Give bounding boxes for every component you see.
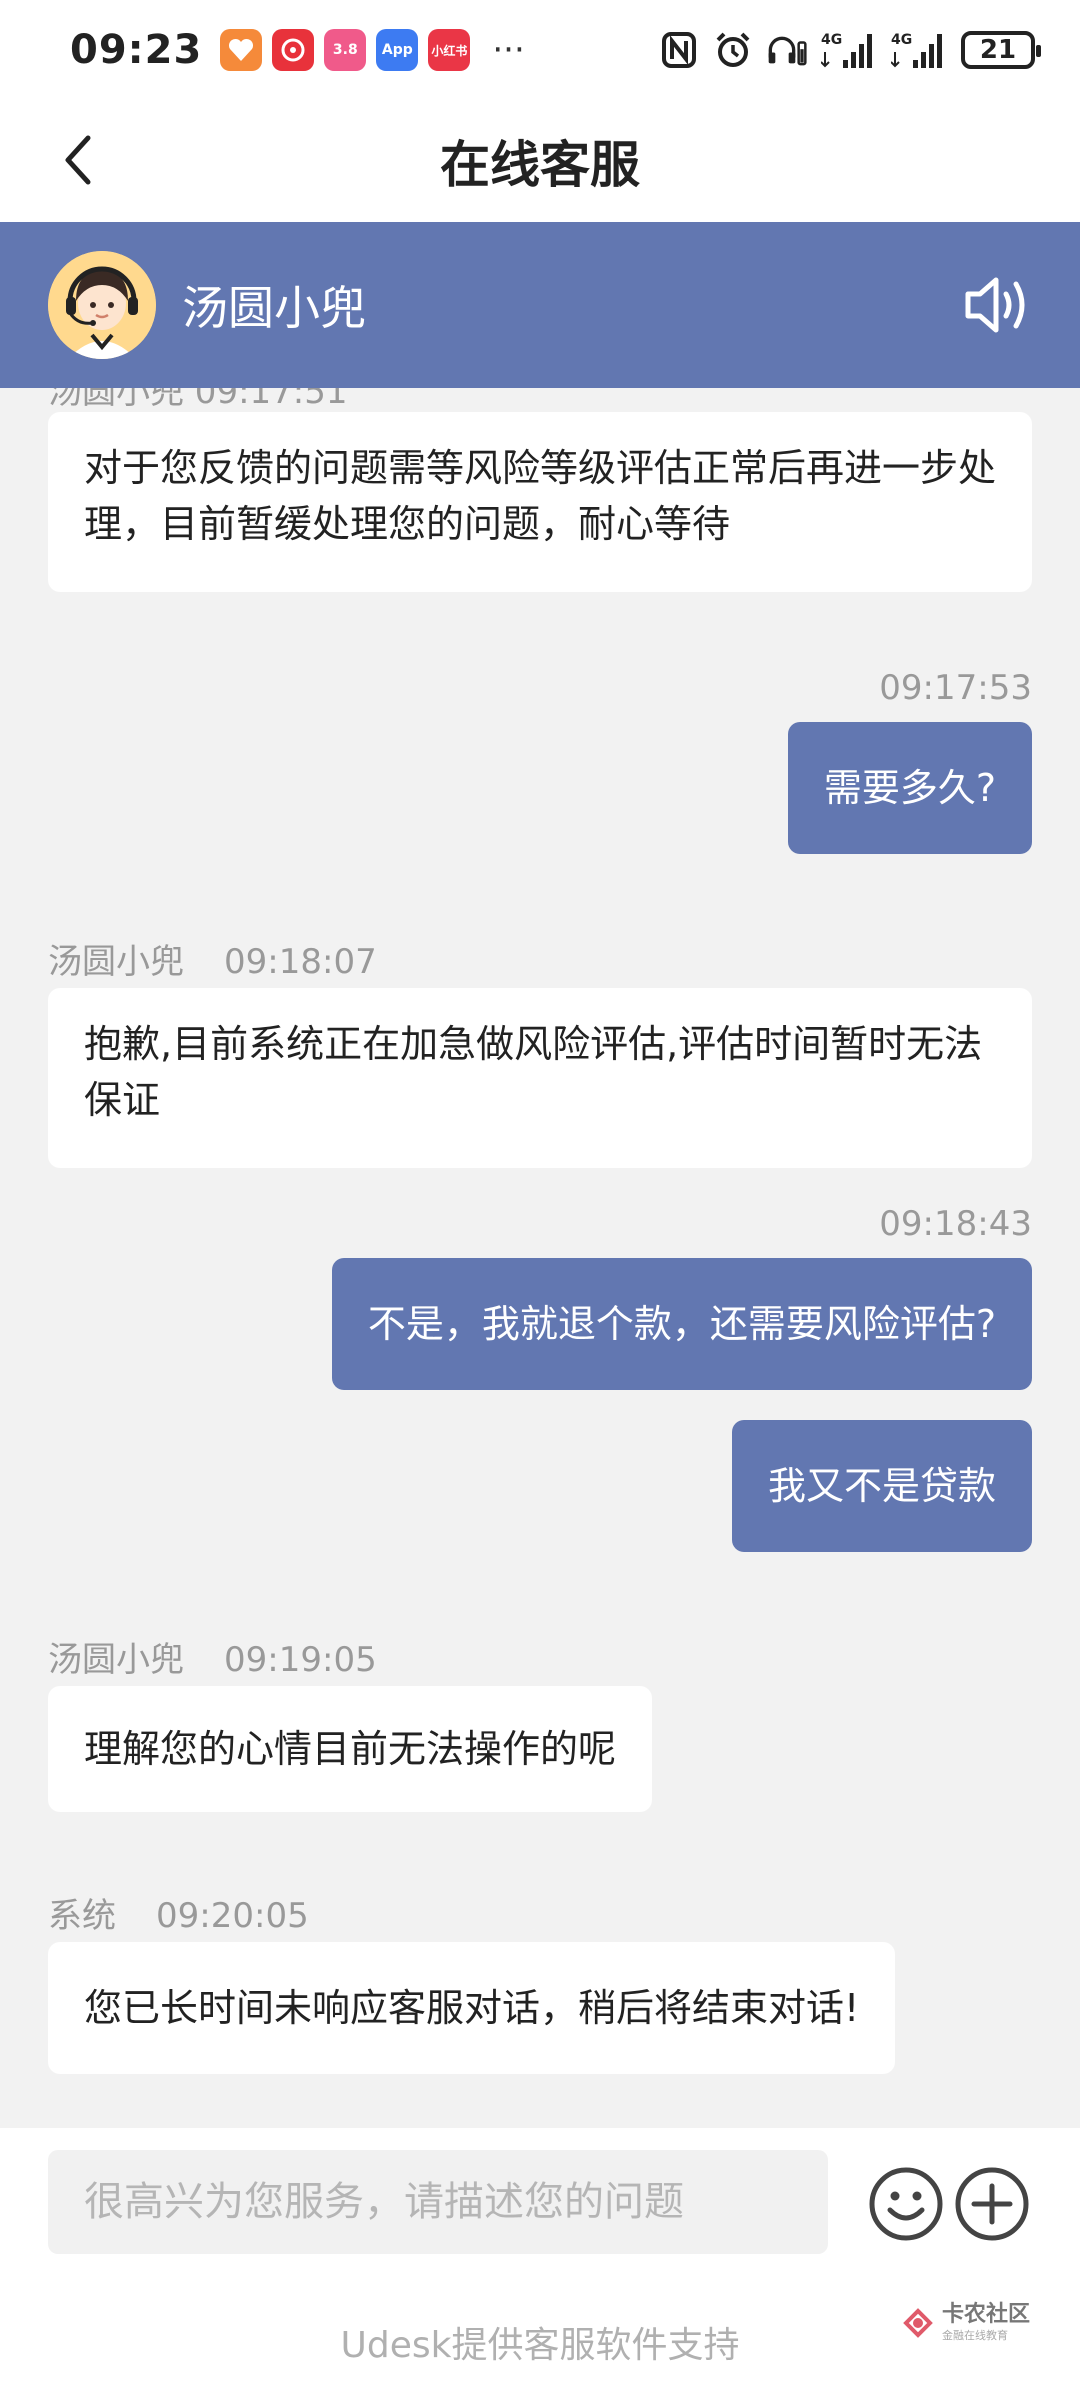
watermark-text: 卡农社区 金融在线教育 bbox=[942, 2302, 1031, 2342]
headphones-battery-icon bbox=[767, 30, 807, 70]
message-text: 需要多久? bbox=[823, 766, 996, 810]
app-market-icon: App bbox=[376, 29, 419, 71]
message-meta-clipped: 汤圆小兜 09:17:51 bbox=[48, 388, 348, 412]
message-bubble-outgoing: 需要多久? bbox=[787, 722, 1032, 854]
message-time-text: 09:20:05 bbox=[156, 1896, 309, 1936]
composer: Udesk提供客服软件支持 卡农社区 金融在线教育 bbox=[0, 2128, 1080, 2400]
promo-app-icon: 3.8 bbox=[324, 29, 367, 71]
svg-text:4G: 4G bbox=[891, 32, 912, 48]
message-meta: 系统 09:20:05 bbox=[48, 1888, 309, 1937]
message-text: 您已长时间未响应客服对话，稍后将结束对话! bbox=[84, 1986, 860, 2030]
message-bubble-incoming: 对于您反馈的问题需等风险等级评估正常后再进一步处理，目前暂缓处理您的问题，耐心等… bbox=[48, 412, 1032, 592]
message-input[interactable] bbox=[48, 2150, 828, 2254]
watermark-sub: 金融在线教育 bbox=[942, 2329, 1008, 2342]
heart-app-icon bbox=[220, 29, 263, 71]
shopping-app-icon bbox=[272, 29, 315, 71]
signal-4g-icon-2: 4G bbox=[891, 30, 947, 70]
signal-4g-icon: 4G bbox=[821, 30, 877, 70]
status-bar: 09:23 3.8 App 小红书 ··· 4G 4G 21 bbox=[0, 0, 1080, 100]
message-text: 不是，我就退个款，还需要风险评估? bbox=[367, 1302, 996, 1346]
message-text: 抱歉,目前系统正在加急做风险评估,评估时间暂时无法保证 bbox=[84, 1022, 983, 1122]
message-bubble-incoming: 抱歉,目前系统正在加急做风险评估,评估时间暂时无法保证 bbox=[48, 988, 1032, 1168]
speaker-icon bbox=[965, 277, 1025, 333]
status-time: 09:23 bbox=[70, 27, 203, 73]
battery-indicator: 21 bbox=[961, 31, 1041, 69]
message-sender: 汤圆小兜 bbox=[48, 942, 184, 982]
message-time: 09:17:53 bbox=[879, 668, 1032, 708]
message-text: 理解您的心情目前无法操作的呢 bbox=[84, 1727, 617, 1771]
kanong-logo-icon bbox=[903, 2307, 933, 2338]
xiaohongshu-icon: 小红书 bbox=[428, 29, 471, 71]
nfc-icon bbox=[659, 30, 699, 70]
more-notifications-icon: ··· bbox=[492, 30, 525, 70]
smiley-icon bbox=[869, 2167, 943, 2241]
title-bar: 在线客服 bbox=[0, 100, 1080, 222]
message-time-text: 09:19:05 bbox=[224, 1640, 377, 1680]
chevron-left-icon bbox=[65, 135, 91, 185]
message-meta: 汤圆小兜 09:19:05 bbox=[48, 1632, 377, 1681]
notification-app-icons: 3.8 App 小红书 ··· bbox=[220, 29, 525, 71]
agent-header: 汤圆小兜 bbox=[0, 222, 1080, 388]
message-bubble-system: 您已长时间未响应客服对话，稍后将结束对话! bbox=[48, 1942, 896, 2074]
watermark-logo: 卡农社区 金融在线教育 bbox=[900, 2304, 1030, 2341]
message-sender: 汤圆小兜 bbox=[48, 1640, 184, 1680]
speaker-button[interactable] bbox=[962, 272, 1032, 338]
message-time-text: 09:17:53 bbox=[879, 668, 1032, 708]
message-time-text: 09:18:43 bbox=[879, 1204, 1032, 1244]
message-text: 我又不是贷款 bbox=[767, 1464, 996, 1508]
status-indicators: 4G 4G 21 bbox=[659, 30, 1041, 70]
message-bubble-incoming: 理解您的心情目前无法操作的呢 bbox=[48, 1686, 653, 1812]
page-title: 在线客服 bbox=[440, 136, 640, 194]
emoji-button[interactable] bbox=[868, 2166, 944, 2242]
xiaohongshu-label: 小红书 bbox=[431, 43, 468, 58]
watermark-main: 卡农社区 bbox=[942, 2302, 1031, 2327]
add-attachment-button[interactable] bbox=[954, 2166, 1030, 2242]
message-meta: 汤圆小兜 09:18:07 bbox=[48, 934, 377, 983]
agent-avatar bbox=[48, 251, 156, 359]
chat-messages[interactable]: 汤圆小兜 09:17:51 对于您反馈的问题需等风险等级评估正常后再进一步处理，… bbox=[0, 388, 1080, 2128]
alarm-icon bbox=[713, 30, 753, 70]
plus-icon bbox=[955, 2167, 1029, 2241]
message-time: 09:18:43 bbox=[879, 1204, 1032, 1244]
message-bubble-outgoing: 我又不是贷款 bbox=[731, 1420, 1032, 1552]
message-sender: 系统 bbox=[48, 1896, 116, 1936]
app-market-label: App bbox=[381, 42, 413, 58]
message-bubble-outgoing: 不是，我就退个款，还需要风险评估? bbox=[331, 1258, 1032, 1390]
agent-name: 汤圆小兜 bbox=[182, 281, 366, 335]
svg-text:4G: 4G bbox=[821, 32, 842, 48]
back-button[interactable] bbox=[48, 130, 108, 190]
message-text: 对于您反馈的问题需等风险等级评估正常后再进一步处理，目前暂缓处理您的问题，耐心等… bbox=[84, 446, 997, 546]
promo-app-label: 3.8 bbox=[332, 42, 358, 58]
message-time-text: 09:18:07 bbox=[224, 942, 377, 982]
